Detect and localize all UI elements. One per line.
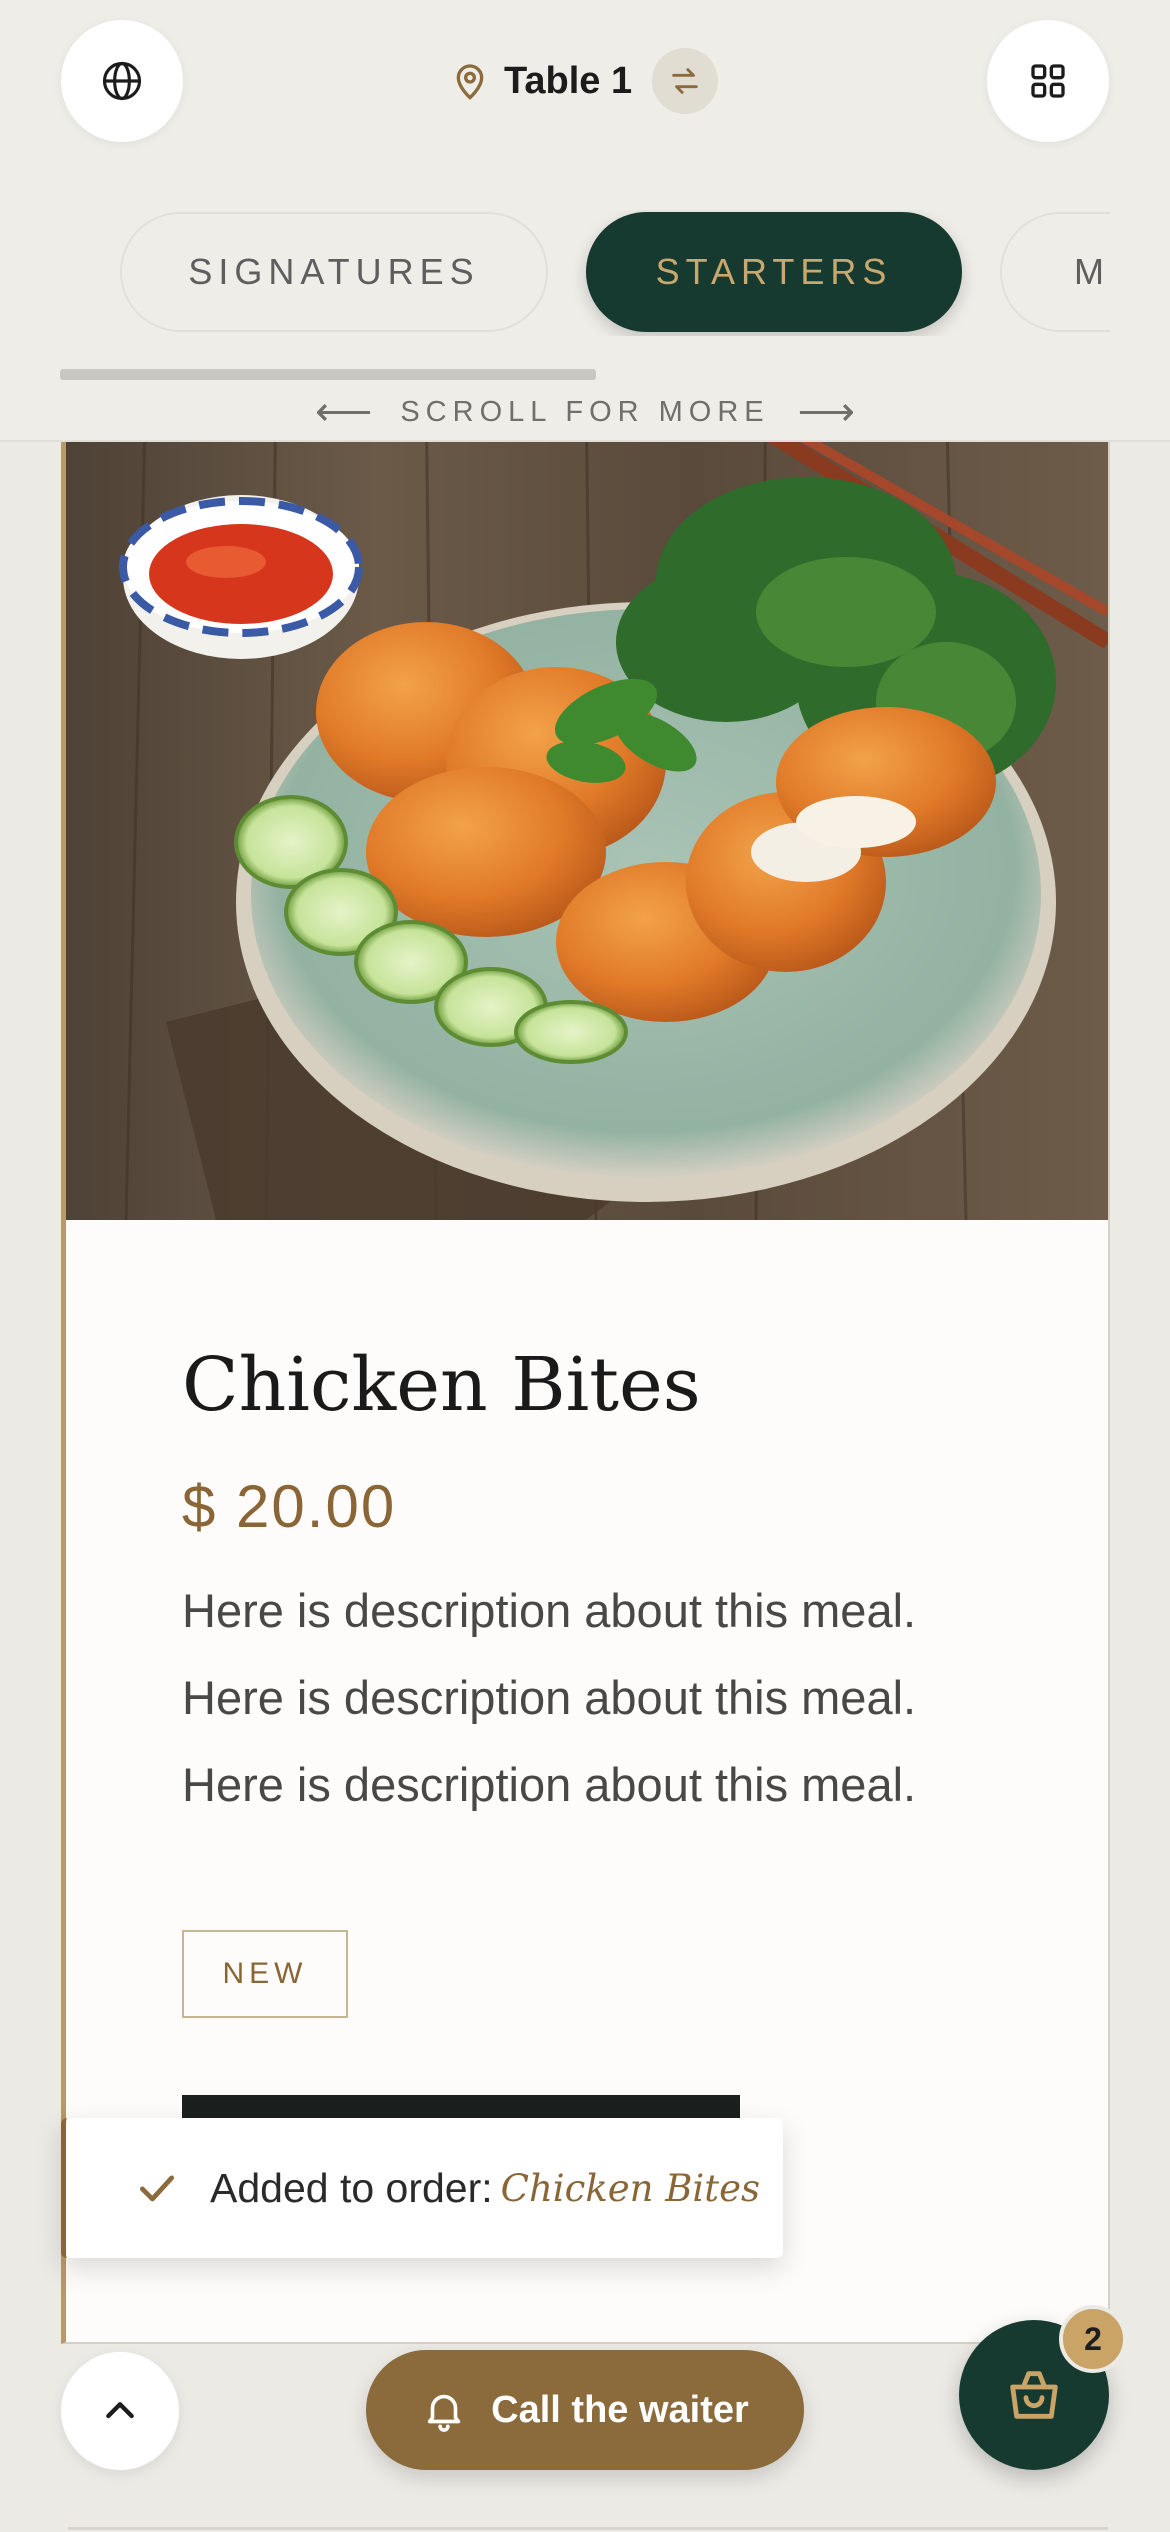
call-waiter-label: Call the waiter xyxy=(491,2388,749,2431)
header: Table 1 SIGNATURES STARTERS M ⟵ SCROLL F… xyxy=(0,0,1170,442)
dish-price: $ 20.00 xyxy=(182,1473,397,1540)
scroll-top-button[interactable] xyxy=(61,2352,179,2470)
description-line: Here is description about this meal. xyxy=(182,1671,917,1724)
chevron-up-icon xyxy=(106,2402,134,2419)
toast-item-name: Chicken Bites xyxy=(500,2166,761,2210)
bell-icon xyxy=(427,2394,461,2432)
table-indicator: Table 1 xyxy=(450,46,719,116)
shopping-bag-icon xyxy=(1010,2371,1058,2419)
tab-signatures[interactable]: SIGNATURES xyxy=(120,212,548,332)
arrow-right-icon: ⟶ xyxy=(797,390,855,434)
cart-count-badge: 2 xyxy=(1059,2305,1127,2373)
dish-photo xyxy=(66,382,1108,1220)
call-waiter-button[interactable]: Call the waiter xyxy=(366,2350,804,2470)
tab-starters[interactable]: STARTERS xyxy=(586,212,962,332)
globe-icon xyxy=(102,61,142,101)
language-button[interactable] xyxy=(61,20,183,142)
dish-card[interactable]: Chicken Bites $ 20.00 Here is descriptio… xyxy=(61,380,1110,2344)
toast-message: Added to order: xyxy=(210,2164,493,2211)
switch-table-button[interactable] xyxy=(652,48,719,114)
new-badge: NEW xyxy=(182,1930,348,2018)
grid-icon xyxy=(1031,64,1065,98)
scroll-hint: ⟵ SCROLL FOR MORE ⟶ xyxy=(0,390,1170,434)
dish-title: Chicken Bites xyxy=(182,1342,701,1428)
dish-description: Here is description about this meal. Her… xyxy=(182,1567,1062,1828)
check-icon xyxy=(132,2163,182,2213)
arrow-left-icon: ⟵ xyxy=(315,390,373,434)
map-pin-icon xyxy=(456,64,484,100)
swap-icon xyxy=(672,68,698,94)
table-label: Table 1 xyxy=(504,59,633,102)
description-line: Here is description about this meal. xyxy=(182,1584,917,1637)
tabs-scrollbar[interactable] xyxy=(60,369,596,380)
tab-next-category[interactable]: M xyxy=(1000,212,1110,332)
description-line: Here is description about this meal. xyxy=(182,1758,917,1811)
category-tabs: SIGNATURES STARTERS M xyxy=(0,210,1110,336)
menu-grid-button[interactable] xyxy=(987,20,1109,142)
added-to-order-toast: Added to order: Chicken Bites xyxy=(61,2118,783,2258)
divider xyxy=(68,2527,1108,2530)
scroll-hint-label: SCROLL FOR MORE xyxy=(400,395,770,428)
